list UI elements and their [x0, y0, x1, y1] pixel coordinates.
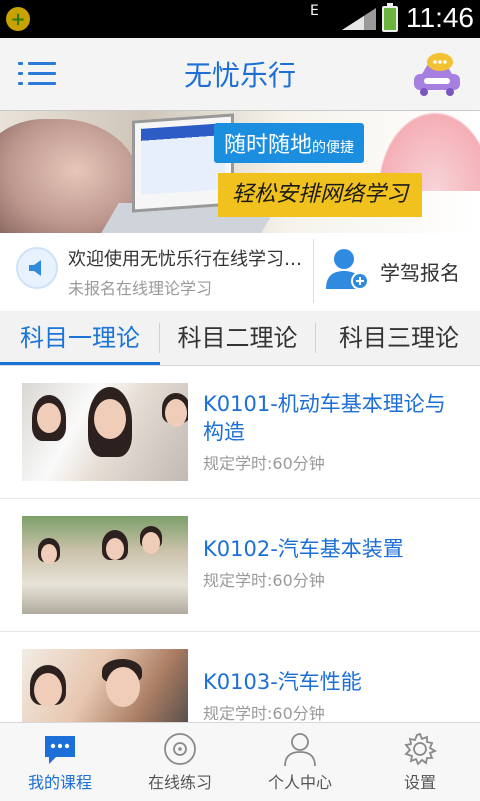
promo-banner[interactable]: 随时随地的便捷 轻松安排网络学习: [0, 111, 480, 233]
tab-subject-1[interactable]: 科目一理论: [0, 311, 160, 365]
course-row[interactable]: K0102-汽车基本装置 规定学时:60分钟: [0, 499, 480, 632]
course-title: K0102-汽车基本装置: [203, 537, 404, 561]
nav-label: 个人中心: [267, 773, 332, 792]
person-icon: [284, 733, 316, 767]
course-duration: 规定学时:60分钟: [203, 571, 325, 590]
course-row[interactable]: K0103-汽车性能 规定学时:60分钟: [0, 632, 480, 722]
tab-subject-2[interactable]: 科目二理论: [160, 311, 315, 365]
battery-icon: [382, 3, 398, 32]
nav-label: 我的课程: [27, 773, 92, 792]
register-button[interactable]: 学驾报名: [380, 257, 460, 286]
car-chat-icon[interactable]: [410, 52, 464, 98]
course-thumbnail: [22, 649, 188, 722]
notice-bar: 欢迎使用无忧乐行在线学习平台 未报名在线理论学习 学驾报名: [0, 233, 480, 312]
banner-slogan-sub: 轻松安排网络学习: [218, 173, 422, 217]
nav-label: 在线练习: [147, 773, 212, 792]
disc-icon: [164, 733, 196, 765]
nav-profile[interactable]: 个人中心: [240, 723, 360, 801]
registration-status: 未报名在线理论学习: [68, 279, 213, 298]
divider: [313, 239, 314, 303]
signal-icon: [342, 8, 376, 30]
tab-separator: [315, 323, 316, 353]
tab-subject-3[interactable]: 科目三理论: [318, 311, 480, 365]
nav-settings[interactable]: 设置: [360, 723, 480, 801]
course-row[interactable]: K0101-机动车基本理论与构造 规定学时:60分钟: [0, 366, 480, 499]
course-duration: 规定学时:60分钟: [203, 454, 325, 473]
clock: 11:46: [406, 2, 474, 33]
speaker-icon: [16, 247, 58, 289]
status-bar: + E 11:46: [0, 0, 480, 38]
course-list: K0101-机动车基本理论与构造 规定学时:60分钟 K0102-汽车基本装置 …: [0, 366, 480, 722]
chat-bubble-icon: [45, 736, 75, 764]
banner-slogan-main: 随时随地的便捷: [214, 123, 365, 163]
nav-my-courses[interactable]: 我的课程: [0, 723, 120, 801]
page-title: 无忧乐行: [183, 59, 296, 92]
course-title: K0103-汽车性能: [203, 670, 362, 694]
course-title: K0101-机动车基本理论与构造: [203, 392, 446, 444]
course-thumbnail: [22, 516, 188, 614]
nav-label: 设置: [403, 773, 436, 792]
gear-icon: [404, 732, 438, 766]
network-type-label: E: [310, 3, 319, 19]
add-user-icon[interactable]: [324, 245, 372, 293]
bottom-nav: 我的课程 在线练习 个人中心 设置: [0, 722, 480, 801]
subject-tabs: 科目一理论 科目二理论 科目三理论: [0, 311, 480, 366]
app-notification-icon: +: [6, 7, 30, 31]
app-header: 无忧乐行: [0, 38, 480, 111]
course-duration: 规定学时:60分钟: [203, 704, 325, 722]
nav-practice[interactable]: 在线练习: [120, 723, 240, 801]
course-thumbnail: [22, 383, 188, 481]
welcome-text[interactable]: 欢迎使用无忧乐行在线学习平台: [68, 245, 308, 271]
